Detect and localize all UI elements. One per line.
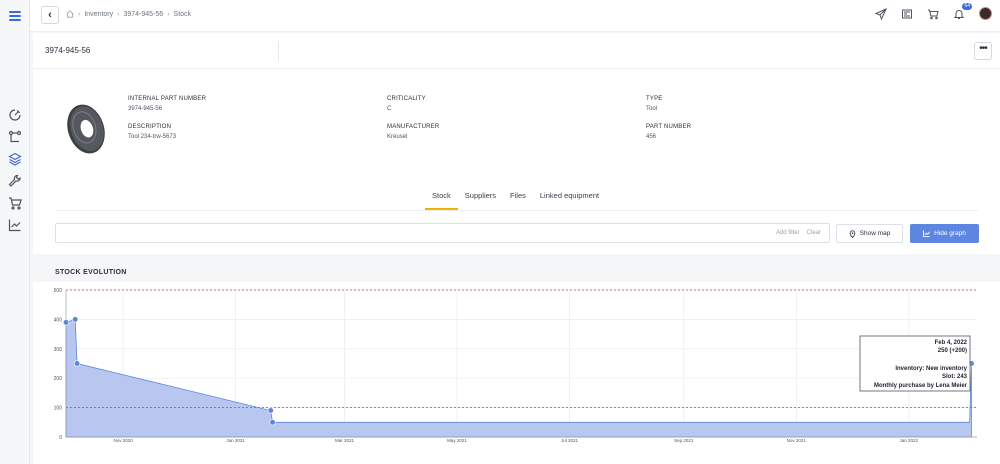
internal-part-number-field: INTERNAL PART NUMBER 3974-945-56 — [128, 96, 206, 112]
x-tick-label: May 2021 — [447, 438, 467, 443]
hide-graph-label: Hide graph — [934, 230, 966, 237]
dashboard-icon[interactable] — [8, 108, 22, 122]
tooltip-text: Inventory: New inventory — [895, 366, 967, 372]
part-number-field: PART NUMBER 456 — [646, 124, 691, 140]
notification-badge: 64 — [962, 2, 972, 10]
x-tick-label: Jan 2022 — [900, 438, 919, 443]
field-value: Kreusel — [387, 134, 408, 140]
field-label: INTERNAL PART NUMBER — [128, 96, 207, 102]
breadcrumb-part[interactable]: 3974-945-56 — [123, 11, 163, 18]
filter-bar[interactable]: Add filter Clear — [55, 223, 830, 243]
clear-filter-link[interactable]: Clear — [807, 230, 821, 236]
tab-bar: Stock Suppliers Files Linked equipment — [425, 189, 606, 210]
top-bar: ‹ › Inventory › 3974-945-56 › Stock 64 — [30, 0, 1000, 32]
field-value: Tool — [646, 106, 658, 112]
breadcrumb-separator: › — [167, 10, 170, 18]
analytics-icon[interactable] — [8, 218, 22, 232]
divider — [55, 210, 978, 211]
breadcrumb-stock: Stock — [173, 10, 192, 18]
criticality-field: CRITICALITY C — [387, 96, 426, 112]
inventory-icon[interactable] — [8, 152, 22, 166]
field-label: PART NUMBER — [646, 124, 692, 130]
tooltip-text: Slot: 243 — [942, 374, 968, 380]
show-map-button[interactable]: Show map — [836, 224, 903, 243]
y-tick-label: 500 — [54, 288, 63, 294]
more-options-button[interactable]: ••• — [974, 42, 992, 60]
data-point — [269, 419, 276, 426]
x-tick-label: Nov 2021 — [787, 438, 807, 443]
field-label: CRITICALITY — [387, 96, 426, 102]
data-point — [72, 316, 79, 323]
manufacturer-field: MANUFACTURER Kreusel — [387, 124, 439, 140]
field-label: TYPE — [646, 96, 663, 102]
data-point — [62, 319, 70, 326]
part-image — [67, 104, 105, 154]
field-value: 3974-945-56 — [128, 106, 163, 112]
cart-icon[interactable] — [8, 196, 22, 210]
cart-icon[interactable] — [927, 8, 939, 20]
home-icon[interactable] — [66, 10, 74, 18]
tooltip-text: Feb 4, 2022 — [935, 340, 968, 346]
tooltip-text: Monthly purchase by Lena Meier — [874, 383, 968, 389]
hide-graph-button[interactable]: Hide graph — [910, 224, 979, 243]
chart-line-icon — [923, 230, 931, 237]
x-tick-label: Jul 2021 — [561, 438, 579, 443]
add-filter-link[interactable]: Add filter — [776, 230, 800, 236]
data-point — [267, 407, 274, 414]
breadcrumb: › Inventory › 3974-945-56 › Stock — [66, 10, 191, 18]
bell-icon[interactable]: 64 — [953, 2, 972, 20]
map-pin-icon — [849, 229, 855, 238]
x-tick-label: Mar 2021 — [335, 438, 355, 443]
type-field: TYPE Tool — [646, 96, 662, 112]
field-label: DESCRIPTION — [128, 124, 172, 130]
data-point — [73, 360, 81, 367]
show-map-label: Show map — [859, 230, 891, 237]
send-icon[interactable] — [875, 7, 887, 20]
x-tick-label: Jan 2021 — [226, 438, 245, 443]
menu-icon[interactable] — [9, 11, 21, 21]
field-label: MANUFACTURER — [387, 124, 440, 130]
chart-title: STOCK EVOLUTION — [55, 269, 127, 276]
y-tick-label: 400 — [54, 317, 63, 323]
y-tick-label: 100 — [54, 406, 63, 412]
tooltip-text: 250 (+200) — [938, 348, 967, 354]
field-value: Tool 234-trw-5673 — [128, 134, 177, 140]
y-tick-label: 300 — [54, 347, 63, 353]
x-tick-label: Sep 2021 — [674, 438, 694, 443]
news-icon[interactable] — [901, 8, 913, 20]
page-title: 3974-945-56 — [45, 46, 91, 55]
wrench-icon[interactable] — [8, 174, 22, 188]
sidebar — [0, 0, 30, 464]
tab-files[interactable]: Files — [503, 189, 533, 210]
tab-linked-equipment[interactable]: Linked equipment — [533, 189, 606, 210]
field-value: 456 — [646, 134, 657, 140]
page-header: 3974-945-56 ••• — [33, 33, 1000, 69]
workflow-icon[interactable] — [8, 130, 22, 144]
field-value: C — [387, 106, 392, 112]
divider — [278, 41, 279, 61]
breadcrumb-separator: › — [117, 10, 120, 18]
back-button[interactable]: ‹ — [41, 6, 59, 24]
breadcrumb-separator: › — [78, 10, 81, 18]
tab-stock[interactable]: Stock — [425, 189, 458, 210]
tab-suppliers[interactable]: Suppliers — [458, 189, 503, 210]
x-tick-label: Nov 2020 — [114, 438, 134, 443]
description-field: DESCRIPTION Tool 234-trw-5673 — [128, 124, 176, 140]
breadcrumb-inventory[interactable]: Inventory — [84, 11, 113, 18]
avatar[interactable] — [979, 7, 992, 20]
y-tick-label: 0 — [59, 435, 62, 441]
y-tick-label: 200 — [54, 376, 63, 382]
